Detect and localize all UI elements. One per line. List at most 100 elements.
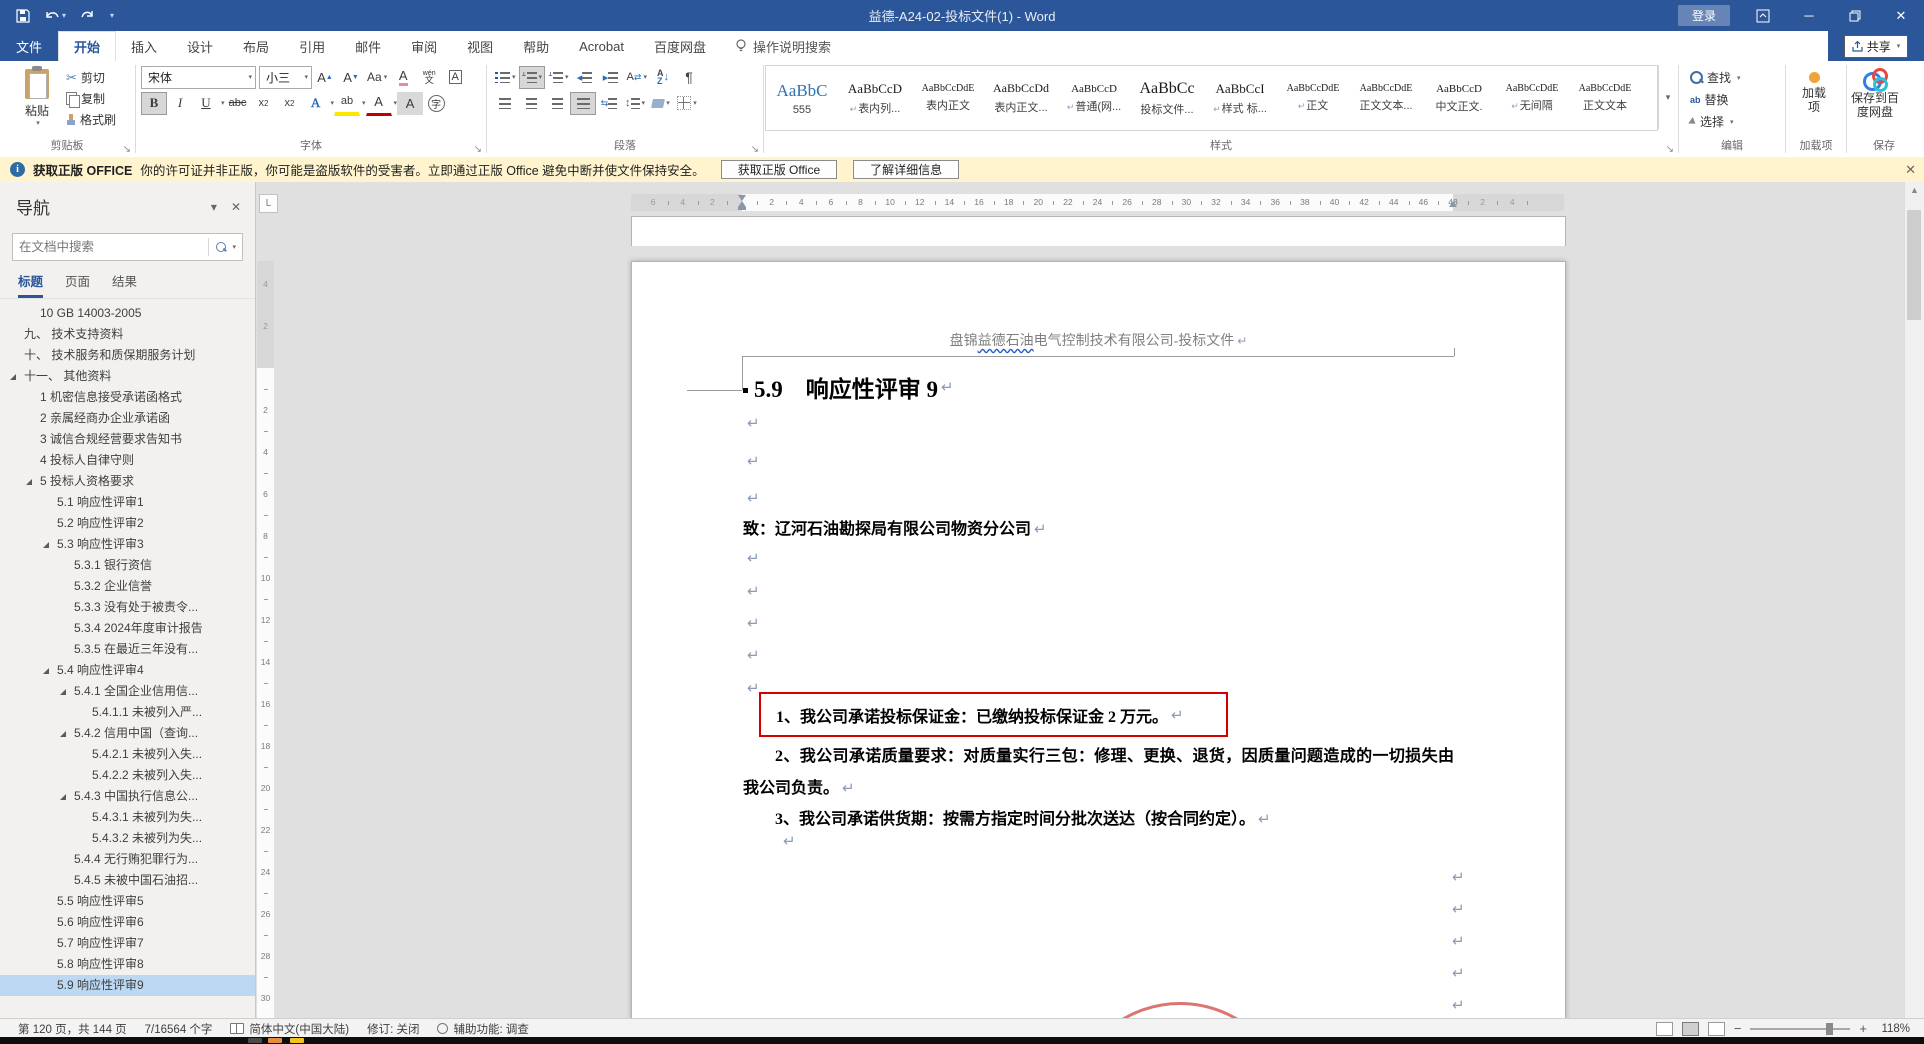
nav-heading-item[interactable]: 1 机密信息接受承诺函格式 (0, 387, 255, 408)
language-indicator[interactable]: 简体中文(中国大陆) (230, 1021, 349, 1037)
search-icon[interactable] (216, 242, 227, 252)
replace-button[interactable]: ab 替换 (1690, 90, 1784, 109)
share-button[interactable]: 共享 ▾ (1843, 34, 1909, 58)
nav-heading-item[interactable]: 3 诚信合规经营要求告知书 (0, 429, 255, 450)
character-border-button[interactable]: A (442, 66, 468, 89)
nav-heading-item[interactable]: 九、 技术支持资料 (0, 324, 255, 345)
taskbar-app-icon[interactable] (248, 1038, 262, 1043)
zoom-slider-thumb[interactable] (1826, 1022, 1834, 1035)
style-item[interactable]: AaBbCcDd 表内正文... (985, 66, 1058, 130)
find-button[interactable]: 查找 ▾ (1690, 68, 1784, 87)
asian-layout-button[interactable]: A ⇄ ▾ (624, 66, 650, 89)
cut-button[interactable]: ✂ 剪切 (66, 68, 134, 87)
multilevel-list-button[interactable]: 1ab▾ (545, 66, 572, 89)
subscript-button[interactable]: x2 (251, 92, 277, 115)
nav-heading-item[interactable]: 5.4.1 全国企业信用信... (0, 681, 255, 702)
tab-邮件[interactable]: 邮件 (340, 31, 396, 61)
print-layout-button[interactable] (1681, 1021, 1699, 1036)
close-warning-icon[interactable]: ✕ (1905, 162, 1916, 178)
tab-布局[interactable]: 布局 (228, 31, 284, 61)
nav-heading-item[interactable]: 5.4.2 信用中国（查询... (0, 723, 255, 744)
search-input[interactable] (13, 240, 209, 254)
bullets-button[interactable]: ▾ (492, 66, 519, 89)
nav-heading-item[interactable]: 5.5 响应性评审5 (0, 891, 255, 912)
font-family-select[interactable]: 宋体 ▾ (141, 65, 256, 89)
style-item[interactable]: AaBbCcD 中文正文. (1423, 66, 1496, 130)
tab-百度网盘[interactable]: 百度网盘 (639, 31, 721, 61)
nav-search-box[interactable]: ▾ (12, 233, 243, 261)
styles-dialog-launcher[interactable]: ↘ (1666, 144, 1674, 155)
minimize-button[interactable]: ─ (1786, 0, 1832, 31)
paste-button[interactable]: 粘贴 ▾ (8, 64, 66, 132)
tab-审阅[interactable]: 审阅 (396, 31, 452, 61)
italic-button[interactable]: I (167, 92, 193, 115)
style-item[interactable]: AaBbCcDdE ↵正文 (1277, 66, 1350, 130)
tab-selector[interactable]: L (259, 194, 278, 213)
nav-pane-dropdown-icon[interactable]: ▾ (211, 200, 217, 214)
expand-arrow-icon[interactable] (60, 689, 66, 695)
nav-tab-结果[interactable]: 结果 (112, 271, 137, 298)
track-changes-indicator[interactable]: 修订: 关闭 (367, 1021, 419, 1037)
copy-button[interactable]: 复制 (66, 89, 134, 108)
styles-more-button[interactable]: ▾ (1658, 65, 1677, 129)
nav-heading-item[interactable]: 5.4.2.2 未被列入失... (0, 765, 255, 786)
expand-arrow-icon[interactable] (26, 479, 32, 485)
font-size-select[interactable]: 小三 ▾ (259, 65, 312, 89)
nav-heading-item[interactable]: 5.9 响应性评审9 (0, 975, 255, 996)
tab-开始[interactable]: 开始 (58, 31, 117, 61)
nav-heading-item[interactable]: 5.3 响应性评审3 (0, 534, 255, 555)
nav-heading-item[interactable]: 5.3.1 银行资信 (0, 555, 255, 576)
distribute-button[interactable]: ⇆ (596, 92, 622, 115)
nav-pane-close-icon[interactable]: ✕ (231, 200, 241, 214)
style-item[interactable]: AaBbCcD ↵表内列... (839, 66, 912, 130)
expand-arrow-icon[interactable] (60, 794, 66, 800)
tab-视图[interactable]: 视图 (452, 31, 508, 61)
nav-heading-item[interactable]: 十一、 其他资料 (0, 366, 255, 387)
undo-dropdown-icon[interactable]: ▾ (62, 11, 66, 20)
word-count[interactable]: 7/16564 个字 (145, 1021, 213, 1037)
scroll-up-icon[interactable]: ▲ (1905, 182, 1924, 199)
nav-heading-item[interactable]: 2 亲属经商办企业承诺函 (0, 408, 255, 429)
style-item[interactable]: AaBbCcDdE 正文文本 (1569, 66, 1642, 130)
show-hide-marks-button[interactable]: ¶ (676, 66, 702, 89)
phonetic-guide-button[interactable]: wén 文 (416, 66, 442, 89)
shrink-font-button[interactable]: A ▼ (338, 66, 364, 89)
strikethrough-button[interactable]: abc (225, 92, 251, 115)
shading-button[interactable]: ▾ (648, 92, 674, 115)
nav-heading-item[interactable]: 5.3.4 2024年度审计报告 (0, 618, 255, 639)
align-left-button[interactable] (492, 92, 518, 115)
align-center-button[interactable] (518, 92, 544, 115)
get-genuine-office-button[interactable]: 获取正版 Office (720, 160, 838, 179)
paragraph-dialog-launcher[interactable]: ↘ (751, 144, 759, 155)
sort-button[interactable]: A Z ↓ (650, 66, 676, 89)
page-indicator[interactable]: 第 120 页，共 144 页 (18, 1021, 127, 1037)
enclose-characters-button[interactable]: 字 (423, 92, 449, 115)
scrollbar-thumb[interactable] (1907, 210, 1921, 320)
undo-button[interactable]: ▾ (44, 9, 66, 22)
style-item[interactable]: AaBbCcD ↵普通(网... (1058, 66, 1131, 130)
grow-font-button[interactable]: A ▲ (312, 66, 338, 89)
font-dialog-launcher[interactable]: ↘ (474, 144, 482, 155)
nav-heading-item[interactable]: 5.4.3.2 未被列为失... (0, 828, 255, 849)
learn-more-button[interactable]: 了解详细信息 (853, 160, 960, 179)
nav-heading-item[interactable]: 5.4.3 中国执行信息公... (0, 786, 255, 807)
accessibility-indicator[interactable]: 辅助功能: 调查 (437, 1021, 529, 1037)
underline-button[interactable]: U (193, 92, 219, 115)
format-painter-button[interactable]: 格式刷 (66, 110, 134, 129)
nav-heading-item[interactable]: 5.4.2.1 未被列入失... (0, 744, 255, 765)
nav-heading-item[interactable]: 5 投标人资格要求 (0, 471, 255, 492)
web-layout-button[interactable] (1707, 1021, 1725, 1036)
nav-tab-页面[interactable]: 页面 (65, 271, 90, 298)
nav-heading-item[interactable]: 5.2 响应性评审2 (0, 513, 255, 534)
expand-arrow-icon[interactable] (10, 374, 16, 380)
nav-heading-item[interactable]: 5.1 响应性评审1 (0, 492, 255, 513)
redo-button[interactable] (80, 9, 94, 22)
justify-button[interactable] (570, 91, 596, 115)
increase-indent-button[interactable]: ▸ (598, 66, 624, 89)
nav-heading-item[interactable]: 5.4.3.1 未被列为失... (0, 807, 255, 828)
zoom-percentage[interactable]: 118% (1876, 1023, 1910, 1035)
style-item[interactable]: AaBbCcI ↵样式 标... (1204, 66, 1277, 130)
tab-插入[interactable]: 插入 (116, 31, 172, 61)
nav-heading-item[interactable]: 5.8 响应性评审8 (0, 954, 255, 975)
nav-heading-item[interactable]: 5.4.1.1 未被列入严... (0, 702, 255, 723)
